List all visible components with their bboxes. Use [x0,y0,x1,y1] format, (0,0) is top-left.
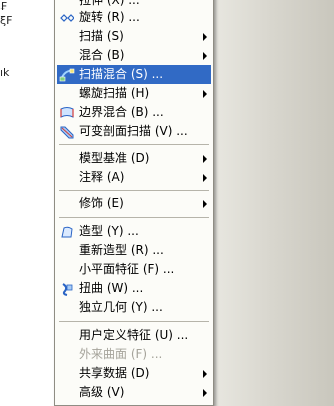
menu-item-style[interactable]: 造型 (Y) ... [57,222,211,241]
variable-section-sweep-icon [57,122,77,141]
revolve-icon [57,8,77,27]
menu-item-sweep[interactable]: 扫描 (S) [57,27,211,46]
boundary-blend-icon [57,103,77,122]
menu-item-user-defined-feature[interactable]: 用户定义特征 (U) ... [57,326,211,345]
menu-separator [59,217,209,218]
menu-item-advanced[interactable]: 高级 (V) [57,383,211,402]
submenu-arrow-icon [203,33,207,41]
menu-item-label: 螺旋扫描 (H) [79,86,150,100]
submenu-arrow-icon [203,155,207,163]
background-workspace [214,0,334,406]
menu-item-variable-section-sweep[interactable]: 可变剖面扫描 (V) ... [57,122,211,141]
submenu-arrow-icon [203,200,207,208]
insert-dropdown-menu: 拉伸 (X) ... 旋转 (R) ... 扫描 (S) 混合 (B) 扫描混合… [54,0,214,406]
menu-item-restyle[interactable]: 重新造型 (R) ... [57,241,211,260]
menu-item-label: 边界混合 (B) ... [79,105,164,119]
submenu-arrow-icon [203,90,207,98]
menu-item-blend[interactable]: 混合 (B) [57,46,211,65]
menu-item-foreign-surface: 外来曲面 (F) ... [57,345,211,364]
menu-item-helical-sweep[interactable]: 螺旋扫描 (H) [57,84,211,103]
menu-item-label: 小平面特征 (F) ... [79,262,175,276]
menu-item-label: 模型基准 (D) [79,151,150,165]
menu-separator [59,144,209,145]
warp-icon [57,279,77,298]
swept-blend-icon [57,65,77,84]
menu-separator [59,321,209,322]
submenu-arrow-icon [203,174,207,182]
menu-item-independent-geometry[interactable]: 独立几何 (Y) ... [57,298,211,317]
background-fragment: ₣ [0,0,7,13]
background-tree-panel: ₣ ξF ık [0,0,55,406]
menu-item-boundary-blend[interactable]: 边界混合 (B) ... [57,103,211,122]
menu-item-label: 高级 (V) [79,385,125,399]
menu-item-label: 外来曲面 (F) ... [79,347,163,361]
menu-item-label: 注释 (A) [79,170,125,184]
menu-separator [59,190,209,191]
background-fragment: ık [0,66,10,79]
style-icon [57,222,77,241]
menu-item-label: 扫描 (S) [79,29,124,43]
menu-item-label: 拉伸 (X) ... [79,0,140,7]
menu-item-label: 扭曲 (W) ... [79,281,144,295]
submenu-arrow-icon [203,389,207,397]
submenu-arrow-icon [203,52,207,60]
background-fragment: ξF [0,14,13,27]
menu-item-annotation[interactable]: 注释 (A) [57,168,211,187]
menu-item-label: 独立几何 (Y) ... [79,300,163,314]
menu-item-shared-data[interactable]: 共享数据 (D) [57,364,211,383]
menu-item-label: 旋转 (R) ... [79,10,140,24]
menu-item-cosmetic[interactable]: 修饰 (E) [57,194,211,213]
menu-item-model-datum[interactable]: 模型基准 (D) [57,149,211,168]
menu-item-warp[interactable]: 扭曲 (W) ... [57,279,211,298]
submenu-arrow-icon [203,370,207,378]
menu-item-label: 造型 (Y) ... [79,224,139,238]
menu-item-label: 可变剖面扫描 (V) ... [79,124,188,138]
menu-item-label: 重新造型 (R) ... [79,243,164,257]
menu-item-facet-feature[interactable]: 小平面特征 (F) ... [57,260,211,279]
menu-item-revolve[interactable]: 旋转 (R) ... [57,8,211,27]
menu-item-label: 混合 (B) [79,48,125,62]
menu-item-label: 用户定义特征 (U) ... [79,328,189,342]
menu-item-label: 扫描混合 (S) ... [79,67,164,81]
menu-item-label: 共享数据 (D) [79,366,150,380]
menu-item-label: 修饰 (E) [79,196,124,210]
menu-item-swept-blend[interactable]: 扫描混合 (S) ... [57,65,211,84]
